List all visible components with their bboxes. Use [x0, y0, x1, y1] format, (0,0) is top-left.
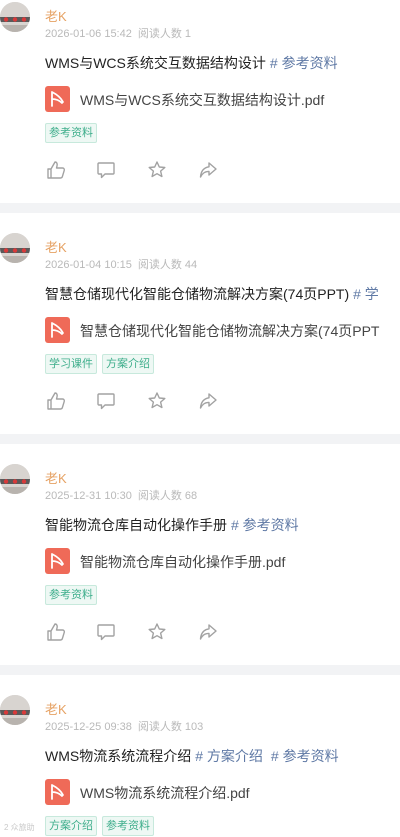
- post-title-text[interactable]: 智能物流仓库自动化操作手册: [45, 517, 227, 533]
- file-name[interactable]: 智能物流仓库自动化操作手册.pdf: [80, 552, 285, 572]
- post-meta: 2025-12-31 10:30 阅读人数 68: [45, 487, 197, 503]
- post-card[interactable]: 老K 2026-01-04 10:15 阅读人数 44 智慧仓储现代化智能仓储物流…: [0, 233, 400, 437]
- post-card[interactable]: 老K 2026-01-06 15:42 阅读人数 1 WMS与WCS系统交互数据结…: [0, 2, 400, 206]
- share-icon[interactable]: [197, 159, 219, 181]
- post-date: 2026-01-04 10:15: [45, 259, 132, 271]
- avatar-icon[interactable]: [0, 464, 30, 494]
- category-label[interactable]: 学习课件: [45, 354, 97, 374]
- post-date: 2025-12-25 09:38: [45, 721, 132, 733]
- post-separator: [0, 665, 400, 675]
- post-title[interactable]: 智能物流仓库自动化操作手册 # 参考资料: [45, 515, 299, 535]
- author-name[interactable]: 老K: [45, 6, 67, 25]
- star-icon[interactable]: [146, 390, 168, 412]
- avatar-icon[interactable]: [0, 695, 30, 725]
- post-title-text[interactable]: WMS与WCS系统交互数据结构设计: [45, 55, 266, 71]
- read-count: 阅读人数 44: [137, 259, 198, 271]
- watermark: 2 众旅助: [4, 823, 35, 832]
- share-icon[interactable]: [197, 621, 219, 643]
- share-icon[interactable]: [197, 390, 219, 412]
- file-name[interactable]: WMS与WCS系统交互数据结构设计.pdf: [80, 90, 324, 110]
- post-separator: [0, 434, 400, 444]
- post-title[interactable]: WMS与WCS系统交互数据结构设计 # 参考资料: [45, 53, 338, 73]
- category-label[interactable]: 参考资料: [45, 585, 97, 605]
- topic-tag[interactable]: # 参考资料: [231, 517, 299, 533]
- topic-tag[interactable]: # 学: [353, 286, 379, 302]
- file-name[interactable]: WMS物流系统流程介绍.pdf: [80, 783, 250, 803]
- post-title-text[interactable]: 智慧仓储现代化智能仓储物流解决方案(74页PPT): [45, 286, 349, 302]
- post-separator: [0, 203, 400, 213]
- topic-tag[interactable]: # 参考资料: [271, 748, 339, 764]
- label-list: 方案介绍 参考资料: [45, 816, 159, 836]
- post-feed: 老K 2026-01-06 15:42 阅读人数 1 WMS与WCS系统交互数据结…: [0, 0, 400, 837]
- post-date: 2025-12-31 10:30: [45, 490, 132, 502]
- read-count: 阅读人数 103: [137, 721, 204, 733]
- author-name[interactable]: 老K: [45, 237, 67, 256]
- pdf-icon: [45, 779, 70, 805]
- category-label[interactable]: 参考资料: [102, 816, 154, 836]
- category-label[interactable]: 参考资料: [45, 123, 97, 143]
- pdf-icon: [45, 548, 70, 574]
- post-card[interactable]: 老K 2025-12-31 10:30 阅读人数 68 智能物流仓库自动化操作手册…: [0, 464, 400, 668]
- post-meta: 2025-12-25 09:38 阅读人数 103: [45, 718, 203, 734]
- topic-tag[interactable]: # 参考资料: [270, 55, 338, 71]
- post-card[interactable]: 老K 2025-12-25 09:38 阅读人数 103 WMS物流系统流程介绍 #…: [0, 695, 400, 837]
- comment-icon[interactable]: [95, 159, 117, 181]
- post-meta: 2026-01-04 10:15 阅读人数 44: [45, 256, 197, 272]
- post-date: 2026-01-06 15:42: [45, 28, 132, 40]
- author-name[interactable]: 老K: [45, 468, 67, 487]
- category-label[interactable]: 方案介绍: [45, 816, 97, 836]
- star-icon[interactable]: [146, 159, 168, 181]
- avatar-icon[interactable]: [0, 233, 30, 263]
- post-title[interactable]: 智慧仓储现代化智能仓储物流解决方案(74页PPT) # 学: [45, 284, 379, 304]
- star-icon[interactable]: [146, 621, 168, 643]
- author-name[interactable]: 老K: [45, 699, 67, 718]
- topic-tag[interactable]: # 方案介绍: [195, 748, 263, 764]
- comment-icon[interactable]: [95, 621, 117, 643]
- pdf-icon: [45, 317, 70, 343]
- avatar-icon[interactable]: [0, 2, 30, 32]
- label-list: 学习课件 方案介绍: [45, 354, 159, 374]
- label-list: 参考资料: [45, 123, 102, 143]
- read-count: 阅读人数 68: [137, 490, 198, 502]
- post-meta: 2026-01-06 15:42 阅读人数 1: [45, 25, 191, 41]
- post-title[interactable]: WMS物流系统流程介绍 # 方案介绍 # 参考资料: [45, 746, 339, 766]
- thumbs-up-icon[interactable]: [45, 159, 67, 181]
- read-count: 阅读人数 1: [137, 28, 192, 40]
- category-label[interactable]: 方案介绍: [102, 354, 154, 374]
- comment-icon[interactable]: [95, 390, 117, 412]
- thumbs-up-icon[interactable]: [45, 390, 67, 412]
- post-title-text[interactable]: WMS物流系统流程介绍: [45, 748, 191, 764]
- thumbs-up-icon[interactable]: [45, 621, 67, 643]
- pdf-icon: [45, 86, 70, 112]
- file-name[interactable]: 智慧仓储现代化智能仓储物流解决方案(74页PPT: [80, 321, 379, 341]
- label-list: 参考资料: [45, 585, 102, 605]
